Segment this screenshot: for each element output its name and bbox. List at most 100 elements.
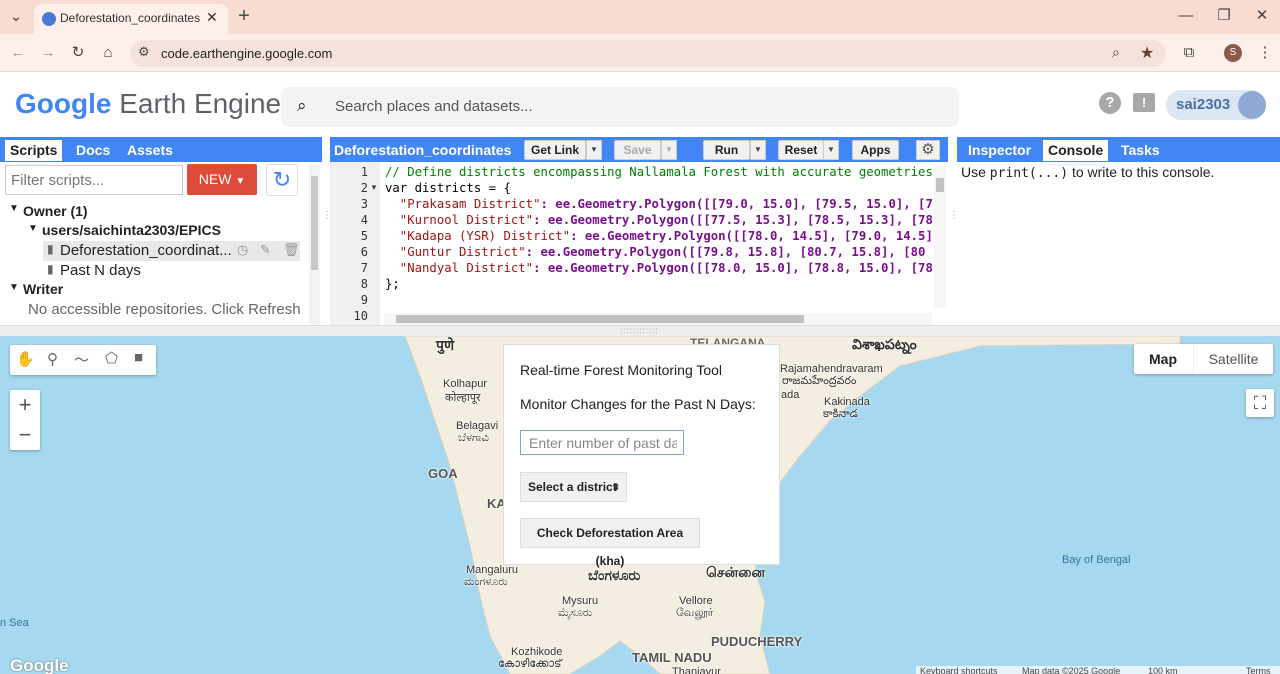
map-label: कोल्हापूर: [445, 392, 481, 404]
search-box[interactable]: ⌕ Search places and datasets...: [281, 87, 959, 127]
reset-dropdown-icon[interactable]: ▼: [823, 140, 839, 160]
expand-icon[interactable]: ▼: [9, 282, 19, 293]
new-tab-icon[interactable]: +: [234, 6, 254, 26]
map-label: சென்னை: [706, 564, 766, 580]
minimize-icon[interactable]: —: [1176, 6, 1196, 26]
check-deforestation-button[interactable]: Check Deforestation Area (kha): [520, 518, 700, 568]
repo-node[interactable]: users/saichinta2303/EPICS: [42, 222, 221, 238]
edit-icon[interactable]: ✎: [260, 242, 271, 258]
reset-button[interactable]: Reset: [778, 140, 824, 160]
map-type-map[interactable]: Map: [1134, 344, 1192, 374]
draw-rectangle-icon[interactable]: ■: [134, 349, 143, 366]
google-map-logo: Google: [10, 656, 69, 674]
scripts-scrollbar-thumb[interactable]: [311, 176, 318, 270]
past-days-placeholder: Enter number of past days: [529, 435, 677, 451]
map-label: पुणे: [436, 337, 455, 353]
apps-button[interactable]: Apps: [852, 140, 899, 160]
tab-close-icon[interactable]: ✕: [206, 9, 218, 26]
tab-inspector[interactable]: Inspector: [963, 140, 1036, 161]
search-input[interactable]: Search places and datasets...: [335, 98, 533, 115]
map-label: Bay of Bengal: [1062, 554, 1131, 566]
splitter-grip-icon[interactable]: ::::::::::::: [620, 326, 659, 335]
map-label: Kolhapur: [443, 378, 488, 390]
district-select[interactable]: Select a district ⬍: [520, 472, 627, 502]
right-splitter-handle[interactable]: ⋮: [949, 210, 959, 250]
console-hint-code: print(...): [989, 166, 1069, 181]
zoom-out-button[interactable]: −: [10, 422, 40, 448]
tab-docs[interactable]: Docs: [71, 140, 115, 161]
tab-tasks[interactable]: Tasks: [1116, 140, 1165, 161]
forward-icon[interactable]: →: [38, 43, 58, 63]
zoom-icon[interactable]: ⌕: [1112, 44, 1120, 61]
get-link-dropdown-icon[interactable]: ▼: [586, 140, 602, 160]
tool-title: Real-time Forest Monitoring Tool: [520, 362, 723, 378]
extensions-icon[interactable]: ⧉: [1179, 43, 1199, 63]
maximize-icon[interactable]: ❐: [1214, 6, 1234, 26]
site-info-icon[interactable]: ⚙: [138, 44, 150, 60]
omnibox[interactable]: ⚙ code.earthengine.google.com ⌕ ★: [130, 40, 1166, 67]
past-days-input[interactable]: Enter number of past days: [520, 430, 684, 455]
history-icon[interactable]: ◷: [237, 242, 248, 258]
map-label: Kozhikode: [511, 646, 563, 658]
draw-shape-icon[interactable]: ⬠: [105, 349, 118, 367]
owner-node[interactable]: Owner (1): [23, 203, 88, 219]
map-label: ada: [781, 389, 800, 401]
console-hint-text: to write to this console.: [1068, 164, 1215, 180]
map-label: வேலூர்: [676, 607, 714, 619]
editor-vscrollbar-thumb[interactable]: [936, 178, 944, 192]
settings-gear-icon[interactable]: ⚙: [916, 140, 940, 160]
tab-assets[interactable]: Assets: [122, 140, 178, 161]
tab-scripts[interactable]: Scripts: [5, 140, 63, 161]
reload-icon[interactable]: ↻: [68, 43, 88, 63]
delete-icon[interactable]: 🗑: [283, 242, 300, 258]
tab-title: Deforestation_coordinates - Ear: [60, 11, 200, 25]
home-icon[interactable]: ⌂: [98, 43, 118, 63]
map-label: ಬೆಳಗಾವಿ: [458, 432, 489, 444]
url-text[interactable]: code.earthengine.google.com: [161, 46, 332, 61]
run-button[interactable]: Run: [703, 140, 750, 160]
gee-logo[interactable]: Google Earth Engine: [15, 88, 281, 120]
map-data-text: Map data ©2025 Google: [1022, 666, 1121, 674]
keyboard-shortcuts-link[interactable]: Keyboard shortcuts: [920, 666, 998, 674]
script-name[interactable]: Deforestation_coordinates: [334, 142, 511, 158]
profile-avatar[interactable]: S: [1224, 44, 1242, 62]
writer-node[interactable]: Writer: [23, 281, 63, 297]
scale-text[interactable]: 100 km: [1148, 666, 1178, 674]
tab-console[interactable]: Console: [1043, 140, 1109, 161]
code-string: "Kadapa (YSR) District": [385, 229, 571, 243]
fold-icon[interactable]: ▼: [370, 183, 378, 192]
bookmark-star-icon[interactable]: ★: [1140, 43, 1154, 63]
feedback-icon[interactable]: !: [1133, 93, 1155, 112]
file-deforestation[interactable]: Deforestation_coordinat...: [60, 242, 232, 259]
new-button[interactable]: NEW ▼: [187, 164, 257, 195]
expand-icon[interactable]: ▼: [9, 203, 19, 214]
draw-line-icon[interactable]: 〜: [74, 349, 89, 370]
filter-scripts-input[interactable]: Filter scripts...: [5, 165, 183, 195]
pan-hand-icon[interactable]: ✋: [16, 350, 35, 368]
get-link-button[interactable]: Get Link: [524, 140, 586, 160]
refresh-icon[interactable]: ↻: [266, 164, 298, 196]
run-dropdown-icon[interactable]: ▼: [750, 140, 766, 160]
left-splitter-handle[interactable]: ⋮: [322, 210, 332, 250]
add-marker-icon[interactable]: ⚲: [47, 350, 58, 368]
expand-icon[interactable]: ▼: [28, 223, 38, 234]
help-icon[interactable]: ?: [1099, 92, 1121, 114]
back-icon[interactable]: ←: [8, 43, 28, 63]
tab-search-icon[interactable]: ⌄: [6, 7, 26, 27]
save-button[interactable]: Save: [614, 140, 661, 160]
earth-engine-favicon-icon: [42, 12, 56, 26]
zoom-in-button[interactable]: +: [10, 392, 40, 418]
file-past-n-days[interactable]: Past N days: [60, 262, 141, 279]
save-dropdown-icon[interactable]: ▼: [661, 140, 677, 160]
editor-hscrollbar-thumb[interactable]: [396, 315, 804, 323]
map-label: GOA: [428, 466, 458, 481]
terms-link[interactable]: Terms: [1246, 666, 1271, 674]
fullscreen-icon[interactable]: ⛶: [1246, 389, 1274, 417]
map-splitter[interactable]: ::::::::::::: [0, 325, 1280, 336]
browser-menu-icon[interactable]: ⋮: [1255, 43, 1275, 63]
map-type-satellite[interactable]: Satellite: [1193, 344, 1273, 374]
window-close-icon[interactable]: ✕: [1252, 6, 1272, 26]
map-label: Mysuru: [562, 595, 599, 607]
user-account[interactable]: sai2303: [1166, 90, 1266, 120]
browser-tab[interactable]: Deforestation_coordinates - Ear ✕: [34, 4, 228, 34]
